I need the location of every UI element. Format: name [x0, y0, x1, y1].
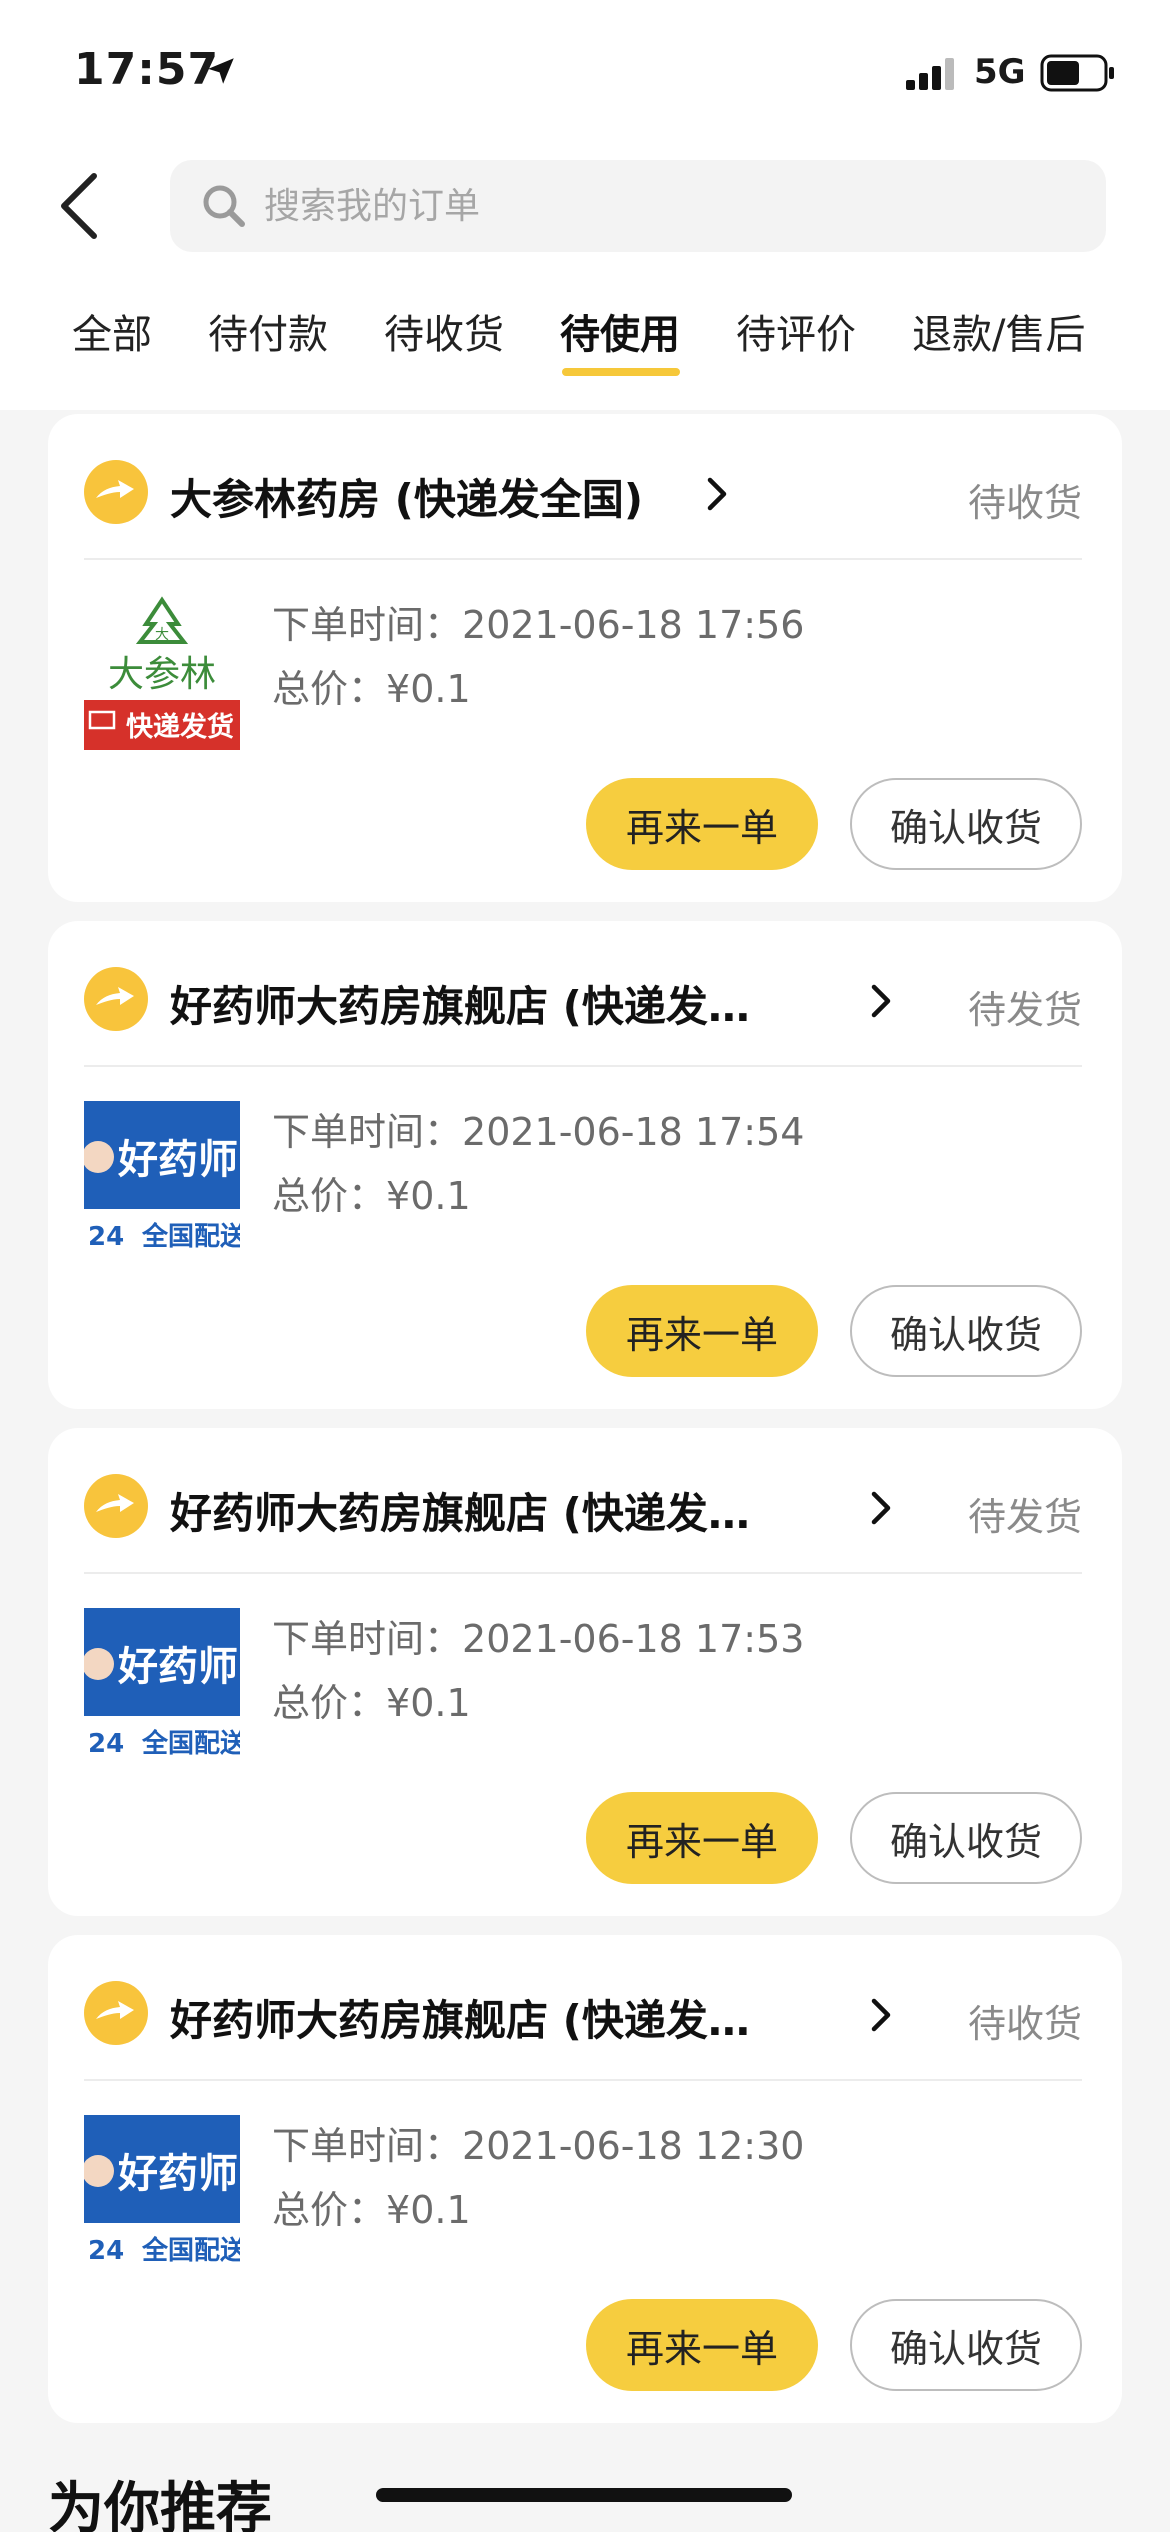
status-bar: 17:57 5G: [0, 0, 1170, 140]
order-price-label: 总价：: [272, 667, 387, 711]
tab-pending-receipt[interactable]: 待收货: [384, 302, 504, 360]
order-time-value: 2021-06-18 17:56: [462, 603, 805, 647]
shop-icon: [84, 460, 148, 524]
svg-text:大: 大: [155, 627, 169, 643]
status-time: 17:57: [74, 44, 220, 95]
active-tab-indicator: [562, 368, 680, 376]
chevron-right-icon[interactable]: [866, 1490, 894, 1526]
tab-pending-use[interactable]: 待使用: [560, 302, 680, 360]
divider: [84, 1065, 1082, 1067]
thumb-24-text: 24: [88, 1222, 124, 1252]
order-price: 总价：¥0.1: [272, 1165, 471, 1220]
header-area: 17:57 5G 全部 待付款 待收货 待使用 待评价 退款/售后: [0, 0, 1170, 410]
order-card[interactable]: 大参林药房 (快递发全国) 待收货 大 大参林 快递发货 下单时间：2021-0…: [48, 414, 1122, 902]
product-thumbnail[interactable]: 好药师 24 全国配送: [84, 2115, 240, 2271]
thumb-tagline-text: 全国配送: [141, 1728, 240, 1759]
reorder-button[interactable]: 再来一单: [586, 778, 818, 870]
shop-icon: [84, 1981, 148, 2045]
order-time-value: 2021-06-18 12:30: [462, 2124, 805, 2168]
order-price-label: 总价：: [272, 1681, 387, 1725]
order-time: 下单时间：2021-06-18 12:30: [272, 2115, 804, 2170]
order-time: 下单时间：2021-06-18 17:53: [272, 1608, 804, 1663]
divider: [84, 2079, 1082, 2081]
tab-pending-payment[interactable]: 待付款: [208, 302, 328, 360]
order-time-value: 2021-06-18 17:53: [462, 1617, 805, 1661]
order-status: 待发货: [967, 1495, 1082, 1539]
tab-all[interactable]: 全部: [72, 302, 152, 360]
confirm-receipt-button[interactable]: 确认收货: [850, 1285, 1082, 1377]
order-price-label: 总价：: [272, 1174, 387, 1218]
order-price-label: 总价：: [272, 2188, 387, 2232]
order-status: 待收货: [967, 2002, 1082, 2046]
product-thumbnail[interactable]: 好药师 24 全国配送: [84, 1608, 240, 1764]
thumb-brand-text: 大参林: [108, 654, 216, 695]
shop-icon: [84, 1474, 148, 1538]
order-time-label: 下单时间：: [272, 1110, 463, 1154]
order-price-value: ¥0.1: [386, 667, 471, 711]
shop-name[interactable]: 大参林药房 (快递发全国): [170, 466, 643, 527]
chevron-right-icon[interactable]: [866, 1997, 894, 2033]
thumb-tagline-text: 全国配送: [141, 1221, 240, 1252]
thumb-brand-text: 好药师: [117, 2151, 238, 2197]
confirm-receipt-button[interactable]: 确认收货: [850, 1792, 1082, 1884]
order-time-label: 下单时间：: [272, 603, 463, 647]
thumb-brand-text: 好药师: [117, 1644, 238, 1690]
thumb-brand-text: 好药师: [117, 1137, 238, 1183]
location-arrow-icon: [208, 58, 234, 84]
order-card[interactable]: 好药师大药房旗舰店 (快递发… 待发货 好药师 24 全国配送 下单时间：202…: [48, 921, 1122, 1409]
thumb-24-text: 24: [88, 1729, 124, 1759]
reorder-button[interactable]: 再来一单: [586, 2299, 818, 2391]
shop-name[interactable]: 好药师大药房旗舰店 (快递发…: [170, 973, 750, 1034]
divider: [84, 1572, 1082, 1574]
order-status: 待发货: [967, 988, 1082, 1032]
thumb-24-text: 24: [88, 2236, 124, 2266]
order-status: 待收货: [967, 481, 1082, 525]
thumb-tagline-text: 快递发货: [126, 711, 234, 743]
chevron-right-icon[interactable]: [866, 983, 894, 1019]
order-price-value: ¥0.1: [386, 1681, 471, 1725]
reorder-button[interactable]: 再来一单: [586, 1792, 818, 1884]
shop-name[interactable]: 好药师大药房旗舰店 (快递发…: [170, 1987, 750, 2048]
order-price: 总价：¥0.1: [272, 1672, 471, 1727]
battery-icon: [1040, 54, 1114, 92]
search-bar[interactable]: [170, 160, 1106, 252]
order-card[interactable]: 好药师大药房旗舰店 (快递发… 待收货 好药师 24 全国配送 下单时间：202…: [48, 1935, 1122, 2423]
order-price-value: ¥0.1: [386, 2188, 471, 2232]
recommend-section-title: 为你推荐: [48, 2477, 272, 2532]
order-price: 总价：¥0.1: [272, 2179, 471, 2234]
order-price-value: ¥0.1: [386, 1174, 471, 1218]
tab-pending-review[interactable]: 待评价: [736, 302, 856, 360]
confirm-receipt-button[interactable]: 确认收货: [850, 778, 1082, 870]
search-icon: [203, 185, 245, 227]
search-input[interactable]: [264, 185, 1024, 227]
divider: [84, 558, 1082, 560]
thumb-tagline-text: 全国配送: [141, 2235, 240, 2266]
order-time-value: 2021-06-18 17:54: [462, 1110, 805, 1154]
signal-icon: [906, 58, 954, 90]
back-button[interactable]: [50, 168, 110, 244]
home-indicator[interactable]: [376, 2488, 792, 2502]
order-time: 下单时间：2021-06-18 17:54: [272, 1101, 804, 1156]
order-time: 下单时间：2021-06-18 17:56: [272, 594, 804, 649]
product-thumbnail[interactable]: 大 大参林 快递发货: [84, 594, 240, 750]
order-time-label: 下单时间：: [272, 1617, 463, 1661]
order-time-label: 下单时间：: [272, 2124, 463, 2168]
network-label: 5G: [974, 52, 1026, 92]
chevron-right-icon[interactable]: [702, 476, 730, 512]
tab-refund-aftersale[interactable]: 退款/售后: [912, 302, 1085, 360]
confirm-receipt-button[interactable]: 确认收货: [850, 2299, 1082, 2391]
shop-name[interactable]: 好药师大药房旗舰店 (快递发…: [170, 1480, 750, 1541]
order-card[interactable]: 好药师大药房旗舰店 (快递发… 待发货 好药师 24 全国配送 下单时间：202…: [48, 1428, 1122, 1916]
shop-icon: [84, 967, 148, 1031]
reorder-button[interactable]: 再来一单: [586, 1285, 818, 1377]
product-thumbnail[interactable]: 好药师 24 全国配送: [84, 1101, 240, 1257]
order-price: 总价：¥0.1: [272, 658, 471, 713]
